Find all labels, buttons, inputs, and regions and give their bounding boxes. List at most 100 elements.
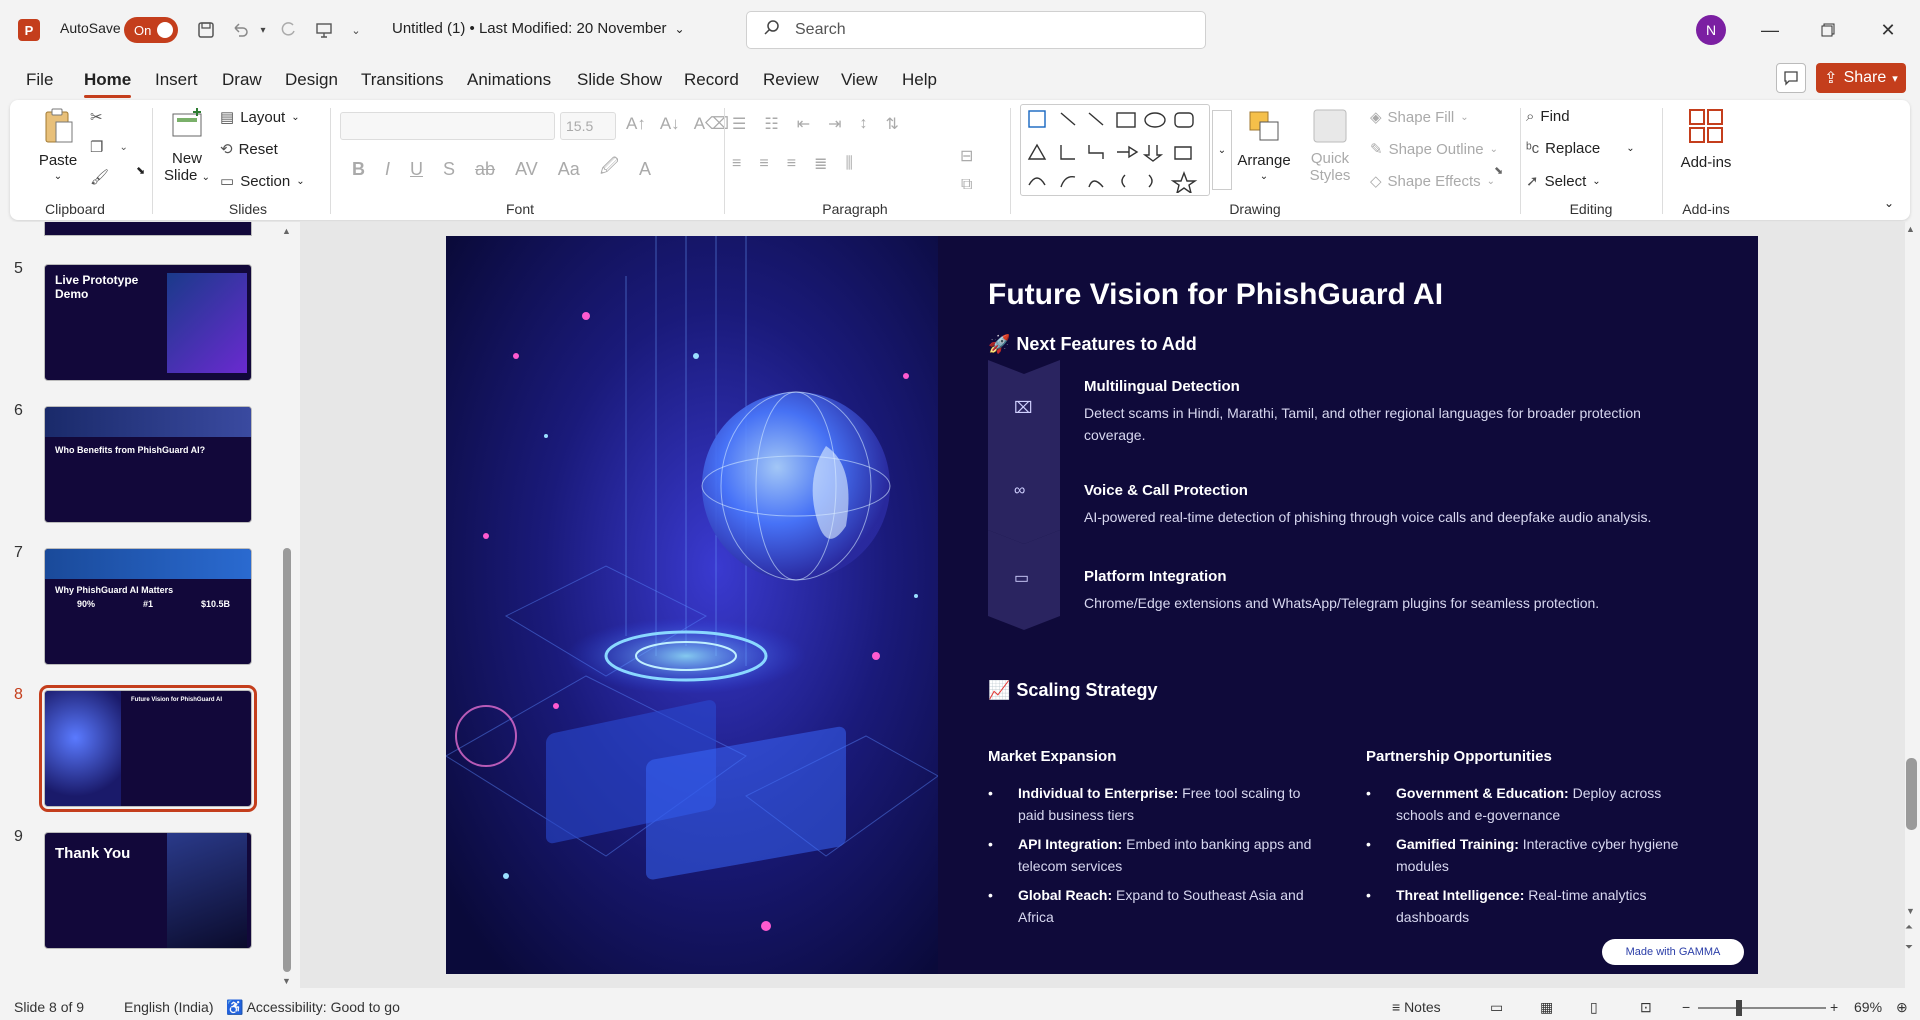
normal-view-icon[interactable]: ▭ (1490, 999, 1503, 1016)
autosave-toggle[interactable]: On (124, 17, 178, 43)
notes-button[interactable]: ≡ Notes (1392, 999, 1441, 1015)
slideshow-icon[interactable]: ⊡ (1640, 999, 1652, 1016)
slide-thumbnail-8[interactable]: Future Vision for PhishGuard AI (39, 685, 257, 812)
columns-icon[interactable]: ⫼ (845, 155, 852, 173)
zoom-slider[interactable] (1698, 1007, 1826, 1009)
align-text-icon[interactable]: ⊟ (960, 146, 973, 166)
save-icon[interactable] (194, 18, 218, 42)
zoom-in-icon[interactable]: + (1830, 999, 1838, 1015)
scroll-down-icon[interactable]: ▼ (282, 976, 291, 986)
font-color-icon[interactable]: A (639, 159, 651, 180)
find-button[interactable]: ⌕ Find (1526, 108, 1570, 125)
shapes-more-button[interactable]: ⌄ (1212, 110, 1232, 190)
scroll-down-icon[interactable]: ▼ (1906, 906, 1915, 916)
slide-thumbnail-7[interactable]: Why PhishGuard AI Matters 90% #1 $10.5B (44, 548, 252, 665)
increase-font-icon[interactable]: A↑ (626, 114, 646, 134)
restore-icon[interactable] (1808, 15, 1848, 45)
tab-animations[interactable]: Animations (467, 70, 551, 90)
paste-button[interactable]: Paste ⌄ (32, 106, 84, 182)
present-icon[interactable] (312, 18, 336, 42)
align-right-icon[interactable]: ≡ (787, 155, 796, 173)
add-ins-button[interactable]: Add-ins (1668, 106, 1744, 171)
collapse-ribbon-icon[interactable]: ⌄ (1884, 196, 1894, 210)
text-direction-icon[interactable]: ⇅ (886, 114, 899, 134)
language-status[interactable]: English (India) (124, 999, 214, 1015)
drawing-launcher-icon[interactable]: ⬊ (1494, 164, 1503, 177)
feature-title[interactable]: Platform Integration (1084, 568, 1227, 585)
thumbnail-scrollbar-thumb[interactable] (283, 548, 291, 972)
customize-toolbar-icon[interactable]: ⌄ (346, 18, 366, 42)
slide-sorter-icon[interactable]: ▦ (1540, 999, 1553, 1016)
tab-design[interactable]: Design (285, 70, 338, 90)
accessibility-status[interactable]: ♿ Accessibility: Good to go (226, 999, 400, 1016)
shape-fill-button[interactable]: ◈ Shape Fill ⌄ (1370, 108, 1469, 127)
slide-thumbnail-6[interactable]: Who Benefits from PhishGuard AI? (44, 406, 252, 523)
underline-icon[interactable]: U (410, 159, 423, 180)
list-item[interactable]: Threat Intelligence: Real-time analytics… (1366, 884, 1706, 929)
shapes-gallery[interactable] (1020, 104, 1210, 196)
tab-slide-show[interactable]: Slide Show (577, 70, 662, 90)
made-with-gamma-badge[interactable]: Made with GAMMA (1602, 939, 1744, 965)
tab-draw[interactable]: Draw (222, 70, 262, 90)
feature-title[interactable]: Voice & Call Protection (1084, 482, 1248, 499)
align-left-icon[interactable]: ≡ (732, 155, 741, 173)
current-slide[interactable]: Future Vision for PhishGuard AI 🚀 Next Fe… (446, 236, 1758, 974)
tab-record[interactable]: Record (684, 70, 739, 90)
feature-description[interactable]: Detect scams in Hindi, Marathi, Tamil, a… (1084, 402, 1674, 447)
italic-icon[interactable]: I (385, 159, 390, 180)
slide-thumbnail-9[interactable]: Thank You (44, 832, 252, 949)
new-slide-button[interactable]: New Slide ⌄ (162, 106, 212, 184)
format-painter-button[interactable]: 🖌 (90, 168, 109, 186)
shape-outline-button[interactable]: ✎ Shape Outline ⌄ (1370, 140, 1498, 159)
feature-description[interactable]: AI-powered real-time detection of phishi… (1084, 506, 1674, 528)
slide-title[interactable]: Future Vision for PhishGuard AI (988, 278, 1443, 312)
zoom-slider-thumb[interactable] (1736, 1000, 1742, 1016)
tab-transitions[interactable]: Transitions (361, 70, 444, 90)
font-size-select[interactable]: 15.5 (560, 112, 616, 140)
copy-button[interactable]: ❐ ⌄ (90, 138, 128, 156)
scaling-heading[interactable]: 📈 Scaling Strategy (988, 680, 1157, 701)
minimize-icon[interactable]: — (1750, 15, 1790, 45)
undo-icon[interactable] (228, 18, 252, 42)
layout-button[interactable]: ▤ Layout ⌄ (220, 108, 300, 127)
list-item[interactable]: Gamified Training: Interactive cyber hyg… (1366, 833, 1706, 878)
canvas-scrollbar-thumb[interactable] (1906, 758, 1917, 830)
decrease-indent-icon[interactable]: ⇤ (797, 114, 810, 134)
zoom-level[interactable]: 69% (1854, 999, 1882, 1015)
change-case-icon[interactable]: Aa (558, 159, 580, 180)
tab-view[interactable]: View (841, 70, 878, 90)
redo-icon[interactable] (276, 18, 300, 42)
align-center-icon[interactable]: ≡ (759, 155, 768, 173)
list-item[interactable]: Individual to Enterprise: Free tool scal… (988, 782, 1328, 827)
list-item[interactable]: Government & Education: Deploy across sc… (1366, 782, 1706, 827)
char-spacing-icon[interactable]: AV (515, 159, 538, 180)
document-title[interactable]: Untitled (1) • Last Modified: 20 Novembe… (392, 20, 685, 37)
clipboard-launcher-icon[interactable]: ⬊ (136, 164, 145, 177)
section-button[interactable]: ▭ Section ⌄ (220, 172, 305, 191)
justify-icon[interactable]: ≣ (814, 154, 827, 174)
list-item[interactable]: Global Reach: Expand to Southeast Asia a… (988, 884, 1328, 929)
highlight-icon[interactable]: 🖉 (600, 154, 619, 184)
fit-to-window-icon[interactable]: ⊕ (1896, 999, 1908, 1016)
font-family-select[interactable] (340, 112, 555, 140)
quick-styles-button[interactable]: Quick Styles (1302, 106, 1358, 184)
shape-effects-button[interactable]: ◇ Shape Effects ⌄ (1370, 172, 1495, 191)
list-item[interactable]: API Integration: Embed into banking apps… (988, 833, 1328, 878)
tab-review[interactable]: Review (763, 70, 819, 90)
undo-dropdown-icon[interactable]: ▾ (256, 18, 270, 42)
thumbnail-partial[interactable] (44, 222, 252, 236)
feature-title[interactable]: Multilingual Detection (1084, 378, 1240, 395)
share-button[interactable]: ⇪ Share ▾ (1816, 63, 1906, 93)
numbering-icon[interactable]: ☷ (764, 114, 778, 134)
replace-button[interactable]: ᵇc Replace ⌄ (1526, 140, 1635, 157)
reading-view-icon[interactable]: ▯ (1590, 999, 1598, 1016)
scroll-up-icon[interactable]: ▲ (282, 226, 291, 236)
smartart-icon[interactable]: ⧉ (961, 176, 972, 194)
comments-button[interactable] (1776, 63, 1806, 93)
line-spacing-icon[interactable]: ↕ (860, 115, 868, 133)
close-icon[interactable]: ✕ (1868, 15, 1908, 45)
partnership-heading[interactable]: Partnership Opportunities (1366, 748, 1552, 765)
features-heading[interactable]: 🚀 Next Features to Add (988, 334, 1197, 355)
shadow-icon[interactable]: S (443, 159, 455, 180)
feature-description[interactable]: Chrome/Edge extensions and WhatsApp/Tele… (1084, 592, 1674, 614)
